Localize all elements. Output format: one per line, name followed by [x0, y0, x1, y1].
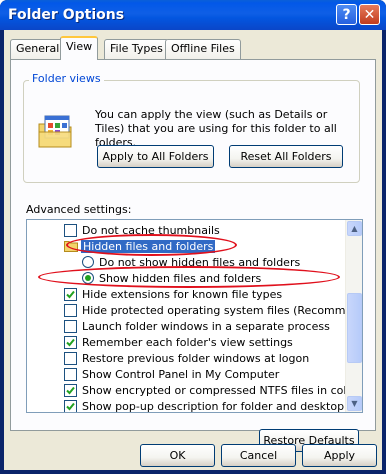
- folder-views-description: You can apply the view (such as Details …: [95, 108, 337, 149]
- list-item[interactable]: Show pop-up description for folder and d…: [27, 398, 362, 412]
- list-item-label: Launch folder windows in a separate proc…: [82, 319, 330, 333]
- folder-icon: [64, 241, 78, 252]
- help-button[interactable]: ?: [336, 4, 357, 25]
- close-icon: ✕: [363, 6, 376, 23]
- list-item-label: Show encrypted or compressed NTFS files …: [82, 383, 358, 397]
- scroll-thumb[interactable]: [347, 293, 362, 363]
- window-title: Folder Options: [8, 7, 125, 23]
- checkbox-icon[interactable]: [64, 367, 77, 381]
- list-item[interactable]: Restore previous folder windows at logon: [27, 350, 345, 366]
- reset-all-folders-button[interactable]: Reset All Folders: [229, 145, 343, 168]
- list-item[interactable]: Show encrypted or compressed NTFS files …: [27, 382, 358, 398]
- checkbox-icon[interactable]: [64, 351, 77, 365]
- title-bar[interactable]: Folder Options ? ✕: [0, 0, 386, 30]
- dialog-body: General View File Types Offline Files Fo…: [4, 30, 382, 470]
- tab-view[interactable]: View: [60, 36, 99, 60]
- checkbox-checked-icon[interactable]: [64, 287, 77, 301]
- list-item-label: Remember each folder's view settings: [82, 335, 293, 349]
- checkbox-checked-icon[interactable]: [64, 383, 77, 397]
- folder-options-window: Folder Options ? ✕ General View File Typ…: [0, 0, 386, 474]
- tab-file-types-label: File Types: [110, 42, 163, 55]
- list-item[interactable]: Remember each folder's view settings: [27, 334, 345, 350]
- list-item-label: Show pop-up description for folder and d…: [82, 399, 363, 413]
- checkbox-icon[interactable]: [64, 223, 77, 237]
- list-item-label: Show hidden files and folders: [99, 271, 262, 285]
- list-item[interactable]: Show hidden files and folders: [27, 270, 345, 286]
- list-item[interactable]: Hide extensions for known file types: [27, 286, 345, 302]
- list-item-label: Hidden files and folders: [81, 239, 216, 253]
- list-item-label: Restore previous folder windows at logon: [82, 351, 310, 365]
- tab-view-label: View: [66, 40, 93, 53]
- folder-views-title: Folder views: [29, 72, 104, 85]
- view-tab-panel: Folder views You can apply the view (suc…: [10, 59, 376, 452]
- help-icon: ?: [342, 6, 351, 23]
- tab-general-label: General: [16, 42, 60, 55]
- list-item[interactable]: Hide protected operating system files (R…: [27, 302, 362, 318]
- advanced-settings-label: Advanced settings:: [26, 203, 132, 216]
- tab-offline-files-label: Offline Files: [171, 42, 235, 55]
- list-item[interactable]: Launch folder windows in a separate proc…: [27, 318, 345, 334]
- cancel-button[interactable]: Cancel: [221, 444, 296, 467]
- list-item-label: Hide protected operating system files (R…: [82, 303, 363, 317]
- tab-general[interactable]: General: [10, 39, 66, 59]
- list-item[interactable]: Do not show hidden files and folders: [27, 254, 345, 270]
- list-item[interactable]: Hidden files and folders: [27, 238, 345, 254]
- checkbox-icon[interactable]: [64, 319, 77, 333]
- list-item[interactable]: Show Control Panel in My Computer: [27, 366, 345, 382]
- apply-button[interactable]: Apply: [302, 444, 377, 467]
- tab-file-types[interactable]: File Types: [104, 39, 169, 59]
- list-scrollbar[interactable]: ▲ ▼: [345, 220, 362, 412]
- close-button[interactable]: ✕: [359, 4, 380, 25]
- checkbox-checked-icon[interactable]: [64, 399, 77, 412]
- folder-views-icon: [38, 115, 72, 148]
- checkbox-icon[interactable]: [64, 303, 77, 317]
- list-item[interactable]: Do not cache thumbnails: [27, 222, 345, 238]
- list-item-label: Do not show hidden files and folders: [99, 255, 301, 269]
- scroll-down-icon[interactable]: ▼: [347, 396, 362, 411]
- tab-offline-files[interactable]: Offline Files: [165, 39, 241, 59]
- ok-button[interactable]: OK: [140, 444, 215, 467]
- radio-icon[interactable]: [82, 256, 94, 268]
- list-item-label: Hide extensions for known file types: [82, 287, 283, 301]
- list-item-label: Do not cache thumbnails: [82, 223, 220, 237]
- scroll-up-icon[interactable]: ▲: [347, 221, 362, 236]
- advanced-settings-list[interactable]: Do not cache thumbnails Hidden files and …: [26, 219, 363, 413]
- checkbox-checked-icon[interactable]: [64, 335, 77, 349]
- apply-to-all-folders-button[interactable]: Apply to All Folders: [97, 145, 214, 168]
- radio-selected-icon[interactable]: [82, 272, 94, 284]
- list-item-label: Show Control Panel in My Computer: [82, 367, 280, 381]
